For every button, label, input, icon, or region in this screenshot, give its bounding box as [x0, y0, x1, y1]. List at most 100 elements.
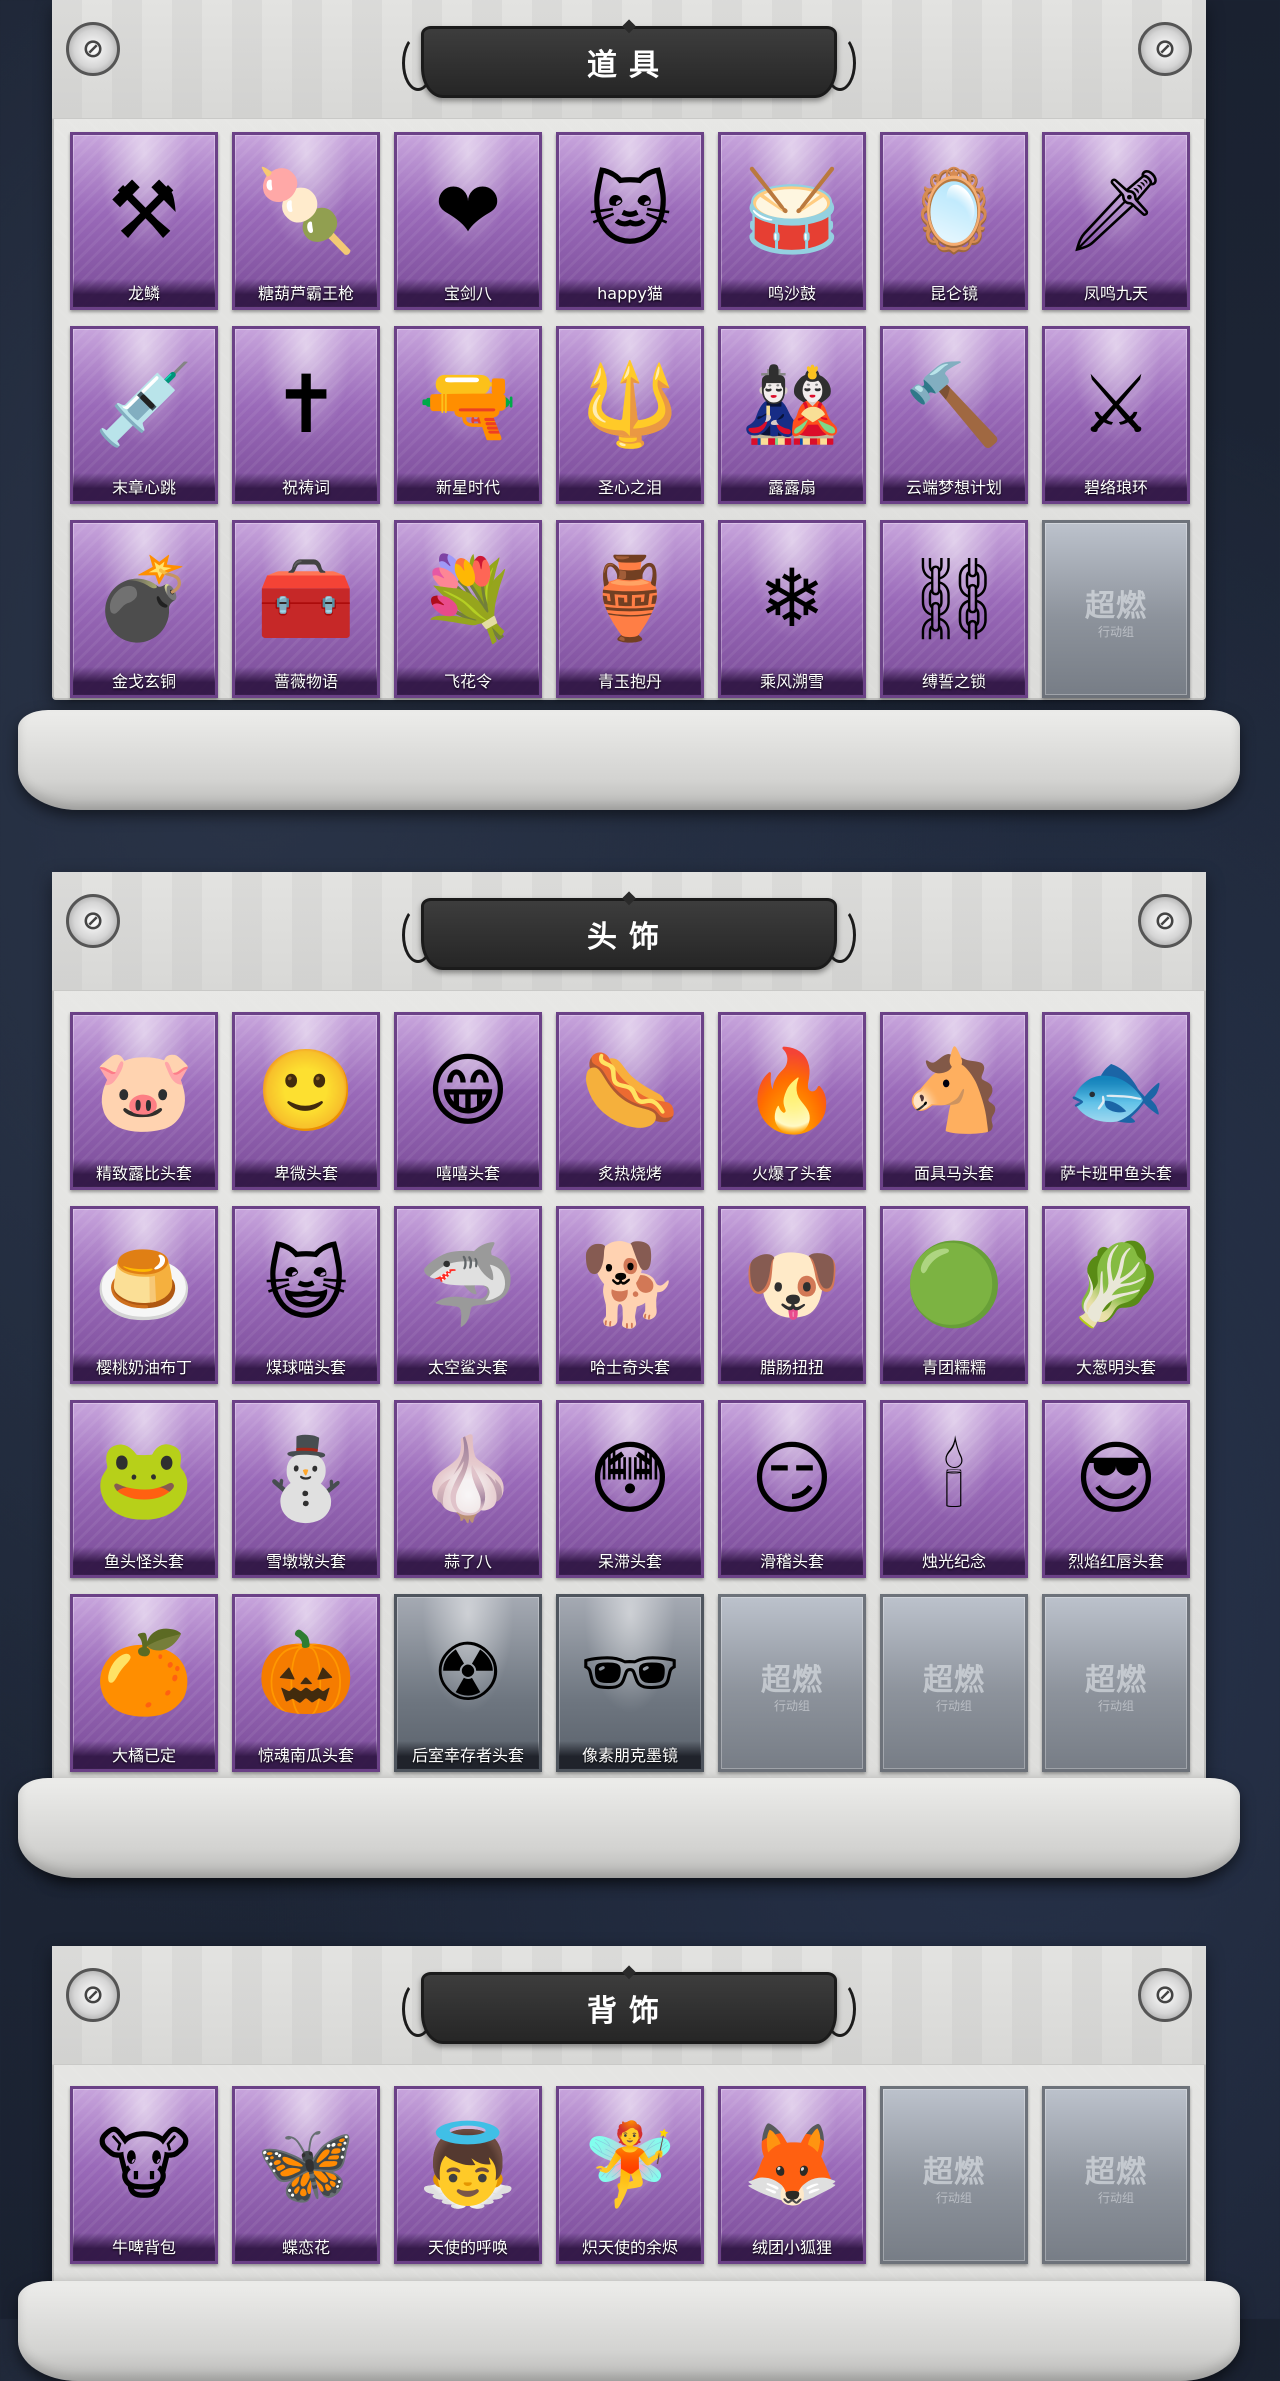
item-card[interactable]: 🐕 哈士奇头套 — [556, 1206, 704, 1384]
item-card[interactable]: ⚒ 龙鳞 — [70, 132, 218, 310]
item-label: 火爆了头套 — [721, 1159, 863, 1187]
item-card[interactable]: 🪞 昆仑镜 — [880, 132, 1028, 310]
item-card[interactable]: 🍮 樱桃奶油布丁 — [70, 1206, 218, 1384]
watermark-subtitle: 行动组 — [935, 2191, 972, 2205]
ornament-icon: ◆ — [622, 15, 636, 36]
empty-slot[interactable]: 超燃 行动组 — [1042, 2086, 1190, 2264]
item-card[interactable]: 🧄 蒜了八 — [394, 1400, 542, 1578]
item-card[interactable]: 🕯 烛光纪念 — [880, 1400, 1028, 1578]
item-card[interactable]: 👼 天使的呼唤 — [394, 2086, 542, 2264]
item-card[interactable]: 🐮 牛啤背包 — [70, 2086, 218, 2264]
scroll-bottom-edge — [18, 2281, 1240, 2381]
back-accessory-panel: ⊘ ⊘ ◆ 背饰 🐮 牛啤背包 🦋 蝶恋花 👼 天使的呼唤 🧚 炽天使的余烬 🦊 绒团小狐狸 超燃行… — [18, 1946, 1240, 2381]
item-label: 昆仑镜 — [883, 279, 1025, 307]
item-label: 露露扇 — [721, 473, 863, 501]
doll-fan-icon: 🎎 — [742, 358, 842, 451]
item-card[interactable]: 🍡 糖葫芦霸王枪 — [232, 132, 380, 310]
item-card[interactable]: ✝ 祝祷词 — [232, 326, 380, 504]
item-card[interactable]: 🦋 蝶恋花 — [232, 2086, 380, 2264]
compass-icon: ⊘ — [66, 1968, 120, 2022]
item-card[interactable]: 🕶 像素朋克墨镜 — [556, 1594, 704, 1772]
item-card[interactable]: 😁 嘻嘻头套 — [394, 1012, 542, 1190]
item-card[interactable]: 🔨 云端梦想计划 — [880, 326, 1028, 504]
item-card[interactable]: 😎 烈焰红唇头套 — [1042, 1400, 1190, 1578]
ornament-icon: ◆ — [622, 1961, 636, 1982]
watermark-logo: 超燃 — [1085, 2155, 1147, 2190]
item-card[interactable]: 🧰 蔷薇物语 — [232, 520, 380, 698]
item-label: 炙热烧烤 — [559, 1159, 701, 1187]
watermark-subtitle: 行动组 — [1097, 1699, 1134, 1713]
item-card[interactable]: 🥁 鸣沙鼓 — [718, 132, 866, 310]
item-card[interactable]: 🟢 青团糯糯 — [880, 1206, 1028, 1384]
item-label: 龙鳞 — [73, 279, 215, 307]
item-card[interactable]: 🔱 圣心之泪 — [556, 326, 704, 504]
item-card[interactable]: 😳 呆滞头套 — [556, 1400, 704, 1578]
item-label: 新星时代 — [397, 473, 539, 501]
item-card[interactable]: 🐱 happy猫 — [556, 132, 704, 310]
item-card[interactable]: 🐟 萨卡班甲鱼头套 — [1042, 1012, 1190, 1190]
chain-scepter-icon: ⛓ — [903, 552, 1005, 645]
item-card[interactable]: ❄ 乘风溯雪 — [718, 520, 866, 698]
item-label: 太空鲨头套 — [397, 1353, 539, 1381]
scroll-bottom-edge — [18, 710, 1240, 810]
item-card[interactable]: ⛓ 缚誓之锁 — [880, 520, 1028, 698]
item-card[interactable]: 💉 末章心跳 — [70, 326, 218, 504]
item-card[interactable]: 🧚 炽天使的余烬 — [556, 2086, 704, 2264]
props-panel: ⊘ ⊘ ◆ 道具 ⚒ 龙鳞 🍡 糖葫芦霸王枪 ❤ 宝剑八 🐱 happy猫 🥁 鸣沙鼓 🪞 昆仑镜 🗡 凤… — [18, 0, 1240, 810]
item-label: 嘻嘻头套 — [397, 1159, 539, 1187]
item-label: 鱼头怪头套 — [73, 1547, 215, 1575]
item-card[interactable]: 🐷 精致露比头套 — [70, 1012, 218, 1190]
item-card[interactable]: ⛄ 雪墩墩头套 — [232, 1400, 380, 1578]
item-label: 蝶恋花 — [235, 2233, 377, 2261]
item-card[interactable]: 🦊 绒团小狐狸 — [718, 2086, 866, 2264]
green-bun-head-icon: 🟢 — [904, 1238, 1004, 1331]
item-label: 青玉抱丹 — [559, 667, 701, 695]
cat-figure-icon: 🐱 — [588, 164, 672, 257]
empty-slot[interactable]: 超燃 行动组 — [1042, 1594, 1190, 1772]
item-card[interactable]: 🍊 大橘已定 — [70, 1594, 218, 1772]
item-card[interactable]: 🎃 惊魂南瓜头套 — [232, 1594, 380, 1772]
item-label: 蒜了八 — [397, 1547, 539, 1575]
item-card[interactable]: 🐶 腊肠扭扭 — [718, 1206, 866, 1384]
compass-icon: ⊘ — [66, 22, 120, 76]
fish-monster-head-icon: 🐸 — [94, 1432, 194, 1525]
watermark-subtitle: 行动组 — [935, 1699, 972, 1713]
item-grid: 🐷 精致露比头套 🙂 卑微头套 😁 嘻嘻头套 🌭 炙热烧烤 🔥 火爆了头套 🐴 面具马头套 🐟 萨卡班甲鱼… — [70, 1012, 1190, 1772]
empty-slot[interactable]: 超燃 行动组 — [1042, 520, 1190, 698]
syringe-icon: 💉 — [94, 358, 194, 451]
item-card[interactable]: 🏺 青玉抱丹 — [556, 520, 704, 698]
item-label: 后室幸存者头套 — [397, 1741, 539, 1769]
empty-slot[interactable]: 超燃 行动组 — [718, 1594, 866, 1772]
item-label: 烈焰红唇头套 — [1045, 1547, 1187, 1575]
item-card[interactable]: ☢ 后室幸存者头套 — [394, 1594, 542, 1772]
item-card[interactable]: ⚔ 碧络琅环 — [1042, 326, 1190, 504]
item-card[interactable]: 🐸 鱼头怪头套 — [70, 1400, 218, 1578]
fox-doll-icon: 🦊 — [742, 2118, 842, 2211]
item-card[interactable]: 🔫 新星时代 — [394, 326, 542, 504]
item-card[interactable]: 🗡 凤鸣九天 — [1042, 132, 1190, 310]
empty-slot[interactable]: 超燃 行动组 — [880, 2086, 1028, 2264]
item-card[interactable]: 🐴 面具马头套 — [880, 1012, 1028, 1190]
item-card[interactable]: 😏 滑稽头套 — [718, 1400, 866, 1578]
pink-beaver-head-icon: 🐷 — [94, 1044, 194, 1137]
medkit-icon: 🧰 — [256, 552, 356, 645]
item-label: 雪墩墩头套 — [235, 1547, 377, 1575]
item-card[interactable]: 😺 煤球喵头套 — [232, 1206, 380, 1384]
item-card[interactable]: 💣 金戈玄铜 — [70, 520, 218, 698]
item-card[interactable]: 🌭 炙热烧烤 — [556, 1012, 704, 1190]
seraph-doll-icon: 🧚 — [580, 2118, 680, 2211]
watermark-logo: 超燃 — [1085, 1663, 1147, 1698]
section-title-banner: ◆ 背饰 — [402, 1963, 856, 2044]
item-label: 青团糯糯 — [883, 1353, 1025, 1381]
item-card[interactable]: 🎎 露露扇 — [718, 326, 866, 504]
item-card[interactable]: 🥬 大葱明头套 — [1042, 1206, 1190, 1384]
empty-slot[interactable]: 超燃 行动组 — [880, 1594, 1028, 1772]
item-card[interactable]: 🔥 火爆了头套 — [718, 1012, 866, 1190]
item-card[interactable]: 🦈 太空鲨头套 — [394, 1206, 542, 1384]
item-card[interactable]: ❤ 宝剑八 — [394, 132, 542, 310]
item-grid: ⚒ 龙鳞 🍡 糖葫芦霸王枪 ❤ 宝剑八 🐱 happy猫 🥁 鸣沙鼓 🪞 昆仑镜 🗡 凤鸣九天 💉 末章心跳 ✝… — [70, 132, 1190, 698]
pudding-head-icon: 🍮 — [94, 1238, 194, 1331]
revolver-icon: 🔫 — [418, 358, 518, 451]
item-card[interactable]: 🙂 卑微头套 — [232, 1012, 380, 1190]
item-card[interactable]: 💐 飞花令 — [394, 520, 542, 698]
